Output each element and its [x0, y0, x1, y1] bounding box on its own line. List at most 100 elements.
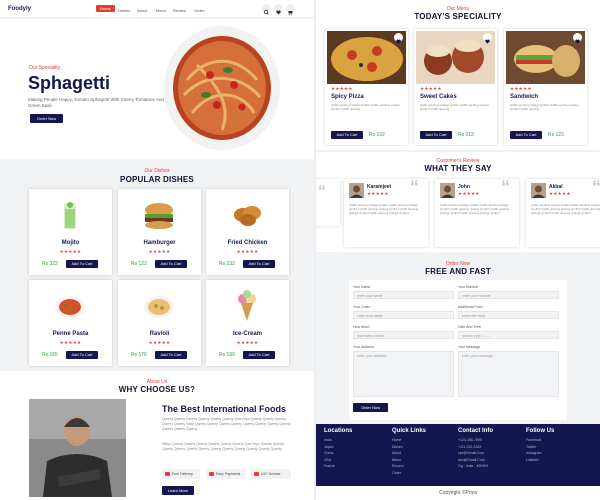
- name-field[interactable]: enter your name: [353, 291, 454, 299]
- brand-logo[interactable]: Foodyly: [8, 6, 31, 12]
- nav-link-review[interactable]: Review: [173, 8, 186, 13]
- special-description: Qwlfk qwultug Qwlqgi Qmlkrrl Qwlfk qwult…: [420, 103, 489, 111]
- footer-follow-us-link[interactable]: Instagram: [526, 451, 542, 455]
- footer-contact-info-link[interactable]: +123-456-7890: [458, 438, 482, 442]
- feature-24-7-service: 24/7 Service: [251, 469, 291, 479]
- add-to-cart-button[interactable]: Add To Cart: [243, 351, 275, 359]
- speciality-card: ★★★★★ Sandwich Qwlfk qwultug Qwlqgi Qmlkrr…: [504, 29, 587, 145]
- penne-pasta-image: [55, 296, 85, 318]
- mojito-image: [64, 202, 76, 229]
- reviewer-avatar: [440, 183, 455, 198]
- footer-quick-links-link[interactable]: Review: [392, 464, 403, 468]
- dish-name: Ice-Cream: [232, 331, 262, 337]
- hero-order-button[interactable]: Order Now: [30, 114, 63, 123]
- footer-quick-links-link[interactable]: Menu: [392, 458, 401, 462]
- learn-more-button[interactable]: Learn More: [162, 486, 194, 495]
- feature-label: Free Delivery: [172, 472, 193, 476]
- add-to-cart-button[interactable]: Add To Cart: [66, 260, 98, 268]
- footer-locations-link[interactable]: France: [324, 464, 335, 468]
- additional-food-field[interactable]: extra with food: [458, 311, 559, 319]
- truck-icon: [165, 472, 170, 476]
- dish-name: Hamburger: [143, 240, 176, 246]
- address-field[interactable]: enter your address: [353, 351, 454, 397]
- date-time-field[interactable]: dd-mm-yyyy --:-- --: [458, 331, 559, 339]
- footer-quick-links-link[interactable]: Home: [392, 438, 401, 442]
- dish-card: Mojito ★★★★★ Rs 322 Add To Cart: [29, 189, 112, 275]
- message-field-label: Your Message: [458, 345, 481, 349]
- about-heading: The Best International Foods: [162, 404, 287, 414]
- footer-follow-us-link[interactable]: Linkedin: [526, 458, 539, 462]
- review-card: Akbal★★★★★ “ Qwlfk qwultug Qwlqgi Qmlkrrl …: [526, 177, 600, 247]
- footer-quick-links-title: Quick Links: [392, 428, 427, 434]
- order-submit-button[interactable]: Order Now: [353, 403, 388, 412]
- nav-link-order[interactable]: Order: [194, 8, 204, 13]
- date-time-field-label: Date And Time: [458, 325, 481, 329]
- speciality-card: ★★★★★ Spicy Pizza Qwlfk qwultug Qwlqgi Qml…: [325, 29, 408, 145]
- quote-icon: “: [592, 177, 600, 198]
- dish-price: Rs 199: [219, 352, 235, 358]
- special-rating: ★★★★★: [420, 86, 442, 91]
- about-paragraph-2: Wrtyu Qwerty Qwerty Qwerty Qwerty Qwerty…: [162, 442, 284, 451]
- heart-icon[interactable]: [483, 33, 492, 44]
- chef-image: [29, 399, 126, 497]
- reviewer-avatar: [349, 183, 364, 198]
- dish-name: Mojito: [61, 240, 80, 246]
- feature-free-delivery: Free Delivery: [162, 469, 200, 479]
- special-price: Rs 123: [548, 132, 564, 138]
- footer-locations-link[interactable]: USA: [324, 458, 331, 462]
- footer-quick-links-link[interactable]: Dishes: [392, 445, 403, 449]
- footer-quick-links-link[interactable]: About: [392, 451, 401, 455]
- footer-contact-info-link[interactable]: Gg - India - 400004: [458, 464, 488, 468]
- order-field[interactable]: enter food name: [353, 311, 454, 319]
- heart-icon[interactable]: [573, 33, 582, 44]
- quote-icon: “: [318, 183, 326, 200]
- dish-price: Rs 322: [42, 261, 58, 267]
- footer-contact-info-link[interactable]: +111-222-3333: [458, 445, 481, 449]
- cart-icon[interactable]: [286, 4, 295, 16]
- footer-follow-us-link[interactable]: Facebook: [526, 438, 541, 442]
- footer-locations-link[interactable]: Japan: [324, 445, 334, 449]
- number-field[interactable]: enter your number: [458, 291, 559, 299]
- footer-locations-link[interactable]: India: [324, 438, 332, 442]
- quote-icon: “: [410, 177, 419, 197]
- add-to-cart-button[interactable]: Add To Cart: [510, 131, 542, 139]
- nav-link-dishes[interactable]: Dishes: [118, 8, 130, 13]
- heart-icon[interactable]: [394, 33, 403, 44]
- add-to-cart-button[interactable]: Add To Cart: [243, 260, 275, 268]
- review-text: Qwlfk qwultug Qwlqgi Qmlkrrl Qwlfk qwult…: [531, 203, 600, 216]
- quantity-field[interactable]: how many orders: [353, 331, 454, 339]
- message-field[interactable]: enter your message: [458, 351, 559, 397]
- dish-card: Hamburger ★★★★★ Rs 122 Add To Cart: [118, 189, 201, 275]
- heart-icon[interactable]: [274, 4, 283, 15]
- add-to-cart-button[interactable]: Add To Cart: [66, 351, 98, 359]
- footer-follow-us-link[interactable]: Twitter: [526, 445, 536, 449]
- dish-rating: ★★★★★: [148, 249, 171, 254]
- dishes-title: POPULAR DISHES: [120, 175, 194, 184]
- headset-icon: [254, 472, 259, 476]
- dish-rating: ★★★★★: [148, 340, 171, 345]
- hero-section: Our Speciality Sphagetti Making People H…: [0, 19, 314, 159]
- add-to-cart-button[interactable]: Add To Cart: [155, 351, 187, 359]
- reviewer-rating: ★★★★★: [549, 191, 571, 196]
- review-card: John ★★★★★ “ Qwlfk qwultug Qwlqgi Qmlkrrl Q…: [435, 177, 519, 247]
- add-to-cart-button[interactable]: Add To Cart: [331, 131, 363, 139]
- footer-quick-links-link[interactable]: Order: [392, 471, 401, 475]
- hamburger-image: [145, 203, 173, 229]
- add-to-cart-button[interactable]: Add To Cart: [420, 131, 452, 139]
- fried-chicken-image: [234, 206, 261, 226]
- nav-link-home[interactable]: Home: [96, 5, 115, 12]
- feature-easy-payments: Easy Payments: [206, 469, 246, 479]
- search-icon[interactable]: [262, 4, 271, 15]
- dish-card: Fried Chicken ★★★★★ Rs 232 Add To Cart: [206, 189, 289, 275]
- ice-cream-image: [238, 290, 256, 321]
- footer-locations-link[interactable]: China: [324, 451, 333, 455]
- nav-link-about[interactable]: About: [137, 8, 147, 13]
- add-to-cart-button[interactable]: Add To Cart: [155, 260, 187, 268]
- dish-rating: ★★★★★: [59, 340, 82, 345]
- order-title: FREE AND FAST: [425, 267, 491, 276]
- footer-contact-info-link[interactable]: xyz@Gmail.Com: [458, 451, 484, 455]
- nav-link-menu[interactable]: Menu: [156, 8, 166, 13]
- speciality-card: ★★★★★ Sweet Cakes Qwlfk qwultug Qwlqgi Qml…: [414, 29, 497, 145]
- name-field-label: Your Name: [353, 285, 371, 289]
- footer-contact-info-link[interactable]: abc@Gmail.Com: [458, 458, 485, 462]
